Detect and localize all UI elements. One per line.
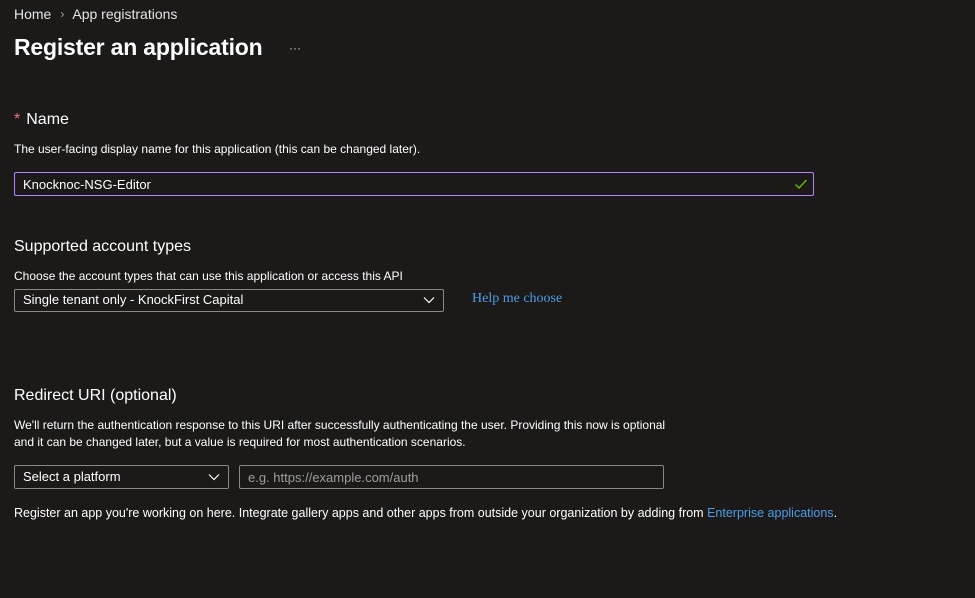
account-types-title: Supported account types <box>14 238 192 255</box>
redirect-uri-input[interactable] <box>239 465 664 489</box>
name-section-title: * Name <box>14 111 69 129</box>
breadcrumb-app-registrations-link[interactable]: App registrations <box>72 6 177 22</box>
account-type-dropdown[interactable]: Single tenant only - KnockFirst Capital <box>14 289 444 312</box>
chevron-down-icon <box>423 297 435 304</box>
chevron-down-icon <box>208 474 220 481</box>
redirect-uri-description: We'll return the authentication response… <box>14 418 666 449</box>
enterprise-applications-link[interactable]: Enterprise applications <box>707 506 833 520</box>
account-type-selected-value: Single tenant only - KnockFirst Capital <box>23 292 244 307</box>
breadcrumb-home-link[interactable]: Home <box>14 6 51 22</box>
redirect-uri-title: Redirect URI (optional) <box>14 387 177 404</box>
check-icon <box>795 179 808 190</box>
account-types-description: Choose the account types that can use th… <box>14 269 403 283</box>
footer-note-end: . <box>833 506 838 520</box>
name-input[interactable] <box>15 173 775 195</box>
name-label: Name <box>26 111 69 128</box>
breadcrumb: Home › App registrations <box>14 6 177 22</box>
footer-note: Register an app you're working on here. … <box>14 506 837 520</box>
name-description: The user-facing display name for this ap… <box>14 142 421 156</box>
breadcrumb-separator: › <box>60 7 65 21</box>
help-me-choose-link[interactable]: Help me choose <box>472 291 562 307</box>
page-title: Register an application <box>14 34 263 60</box>
footer-note-text: Register an app you're working on here. … <box>14 506 704 520</box>
register-application-page: Home › App registrations Register an app… <box>0 0 975 598</box>
required-indicator: * <box>14 111 21 128</box>
name-field-container <box>14 172 814 196</box>
more-options-button[interactable]: ··· <box>285 38 305 58</box>
platform-dropdown[interactable]: Select a platform <box>14 465 229 489</box>
platform-selected-value: Select a platform <box>23 469 121 484</box>
